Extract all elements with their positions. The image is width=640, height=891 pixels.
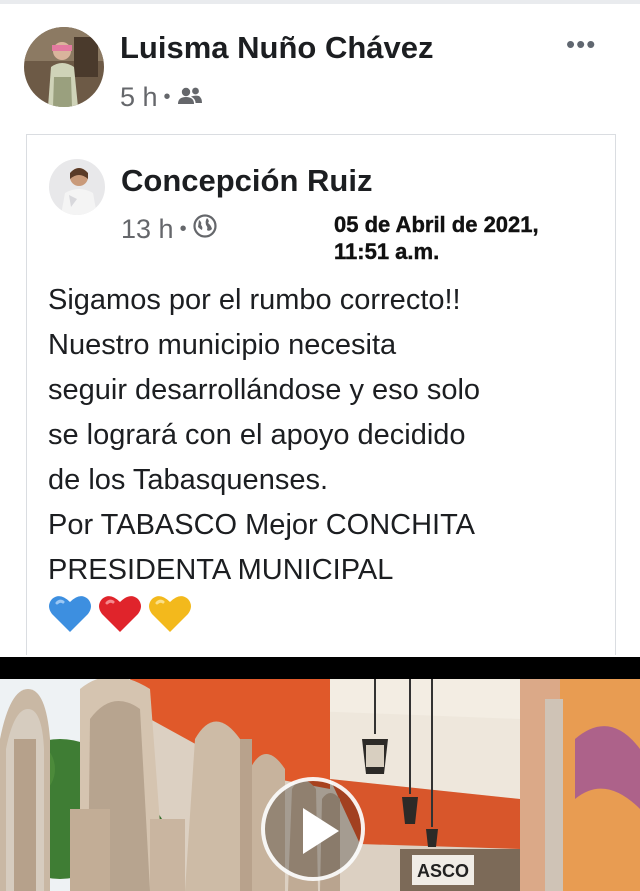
post-body: Sigamos por el rumbo correcto!! Nuestro …: [48, 278, 608, 593]
post-text-line: se logrará con el apoyo decidido: [48, 419, 466, 451]
shared-avatar-image: [49, 159, 105, 215]
author-avatar[interactable]: [24, 27, 104, 107]
more-options-button[interactable]: •••: [566, 31, 596, 57]
globe-icon: [192, 214, 217, 245]
post-meta: 5 h •: [120, 82, 203, 113]
post-text-line: Por TABASCO Mejor CONCHITA: [48, 509, 476, 541]
post-time[interactable]: 5 h: [120, 82, 158, 113]
avatar-image: [24, 27, 104, 107]
shared-post-meta: 13 h •: [121, 214, 217, 245]
yellow-heart-icon: [149, 596, 191, 632]
meta-separator: •: [163, 86, 171, 108]
post-text-line: Sigamos por el rumbo correcto!!: [48, 284, 461, 316]
red-heart-icon: [99, 596, 141, 632]
shared-author-name[interactable]: Concepción Ruiz: [121, 163, 372, 199]
author-name[interactable]: Luisma Nuño Chávez: [120, 30, 434, 66]
friends-icon: [177, 82, 203, 113]
date-stamp-line: 05 de Abril de 2021,: [334, 212, 539, 237]
play-icon: [303, 808, 339, 854]
emoji-row: [48, 594, 192, 634]
date-stamp: 05 de Abril de 2021, 11:51 a.m.: [334, 211, 539, 265]
shared-meta-separator: •: [179, 218, 187, 240]
blue-heart-icon: [49, 596, 91, 632]
sign-text: ASCO: [416, 861, 469, 881]
video-letterbox: [0, 657, 640, 679]
shared-post-time[interactable]: 13 h: [121, 214, 174, 245]
post-text-line: de los Tabasquenses.: [48, 464, 329, 496]
post-text-line: seguir desarrollándose y eso solo: [48, 374, 481, 406]
date-stamp-line: 11:51 a.m.: [334, 239, 440, 264]
post-header: Luisma Nuño Chávez 5 h • •••: [0, 4, 640, 132]
play-button[interactable]: [261, 777, 365, 881]
post-text-line: Nuestro municipio necesita: [48, 329, 397, 361]
post-text-line: PRESIDENTA MUNICIPAL: [48, 554, 394, 586]
shared-author-avatar[interactable]: [49, 159, 105, 215]
